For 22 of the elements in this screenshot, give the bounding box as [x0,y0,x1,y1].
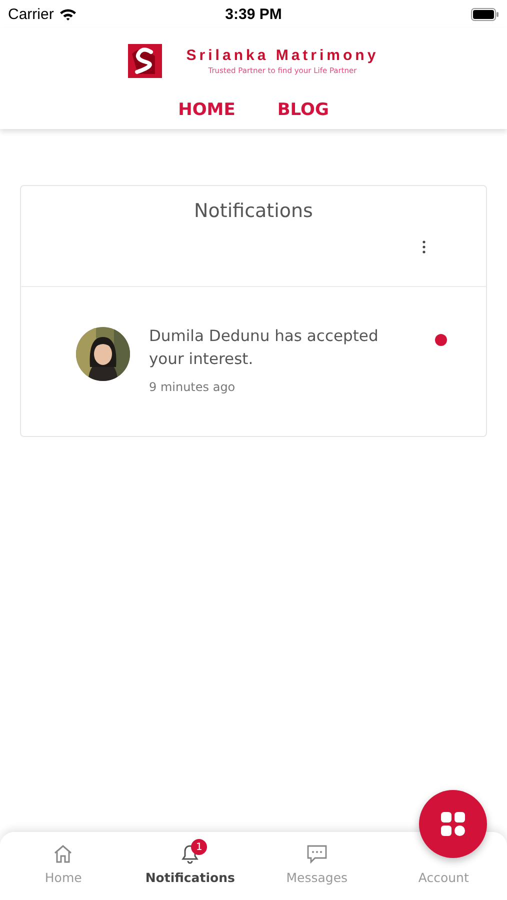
nav-link[interactable]: HOME [178,100,236,120]
home-icon [53,844,74,864]
wifi-icon [58,8,77,20]
battery-icon [471,8,499,20]
logo-icon [128,44,162,78]
tab-item[interactable]: Home [0,832,127,900]
nav-link[interactable]: BLOG [277,100,329,120]
more-icon[interactable] [422,240,426,254]
menu-fab[interactable] [419,790,487,858]
carrier-label: Carrier [8,6,54,22]
tab-item[interactable]: Account [380,832,507,900]
brand-name: Srilanka Matrimony [186,47,379,64]
notification-time: 9 minutes ago [149,380,236,394]
notification-text: Dumila Dedunu has accepted your interest. [149,326,380,370]
card-title: Notifications [194,200,313,224]
tab-item[interactable]: Messages [254,832,380,900]
message-icon [306,844,328,864]
bell-icon [181,844,200,864]
clock-time: 3:39 PM [225,6,282,22]
count-badge: 1 [191,839,208,855]
tab-item[interactable]: 1 Notifications [126,832,254,900]
grid-icon [441,812,465,836]
